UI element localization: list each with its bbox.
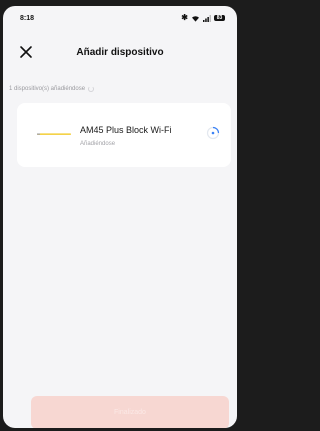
device-status: Añadiéndose <box>80 141 116 147</box>
signal-icon <box>203 14 211 22</box>
status-time: 8:18 <box>20 14 35 22</box>
app-screen: 8:18 ✱ 83 Añadir dispositivo 1 dispositi… <box>3 6 237 428</box>
status-icons: ✱ 83 <box>181 14 225 22</box>
device-name: AM45 Plus Block Wi-Fi <box>80 125 172 135</box>
progress-spinner-icon <box>206 126 220 140</box>
battery-icon: 83 <box>214 15 225 21</box>
page-title: Añadir dispositivo <box>76 46 164 58</box>
adding-count-text: 1 dispositivo(s) añadiéndose <box>9 86 86 92</box>
adding-count-row: 1 dispositivo(s) añadiéndose <box>9 86 95 92</box>
bluetooth-icon: ✱ <box>181 13 188 22</box>
wifi-icon <box>192 15 199 22</box>
device-card[interactable]: AM45 Plus Block Wi-Fi Añadiéndose <box>17 103 231 167</box>
finish-button[interactable]: Finalizado <box>31 396 229 428</box>
status-bar: 8:18 ✱ 83 <box>3 6 237 30</box>
device-image <box>37 133 71 135</box>
close-icon[interactable] <box>19 45 33 59</box>
nav-bar: Añadir dispositivo <box>3 40 237 64</box>
loading-spinner-icon <box>88 86 95 92</box>
